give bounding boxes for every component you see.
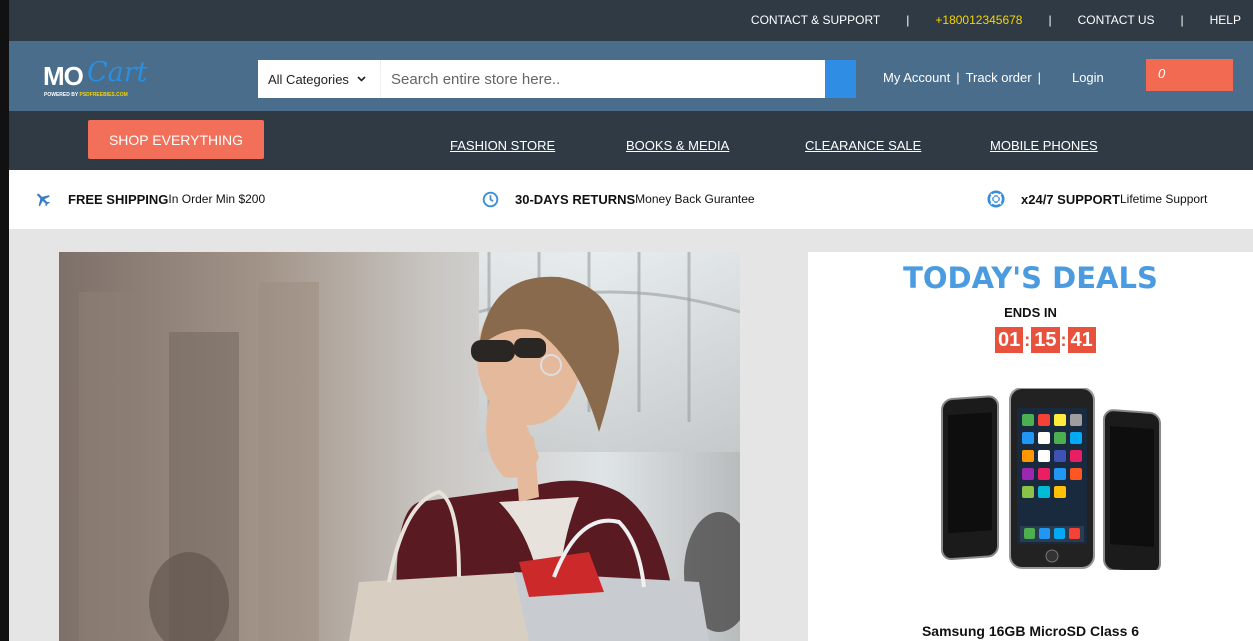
window-edge	[0, 0, 9, 641]
timer-minutes: 15	[1031, 327, 1060, 353]
features-strip: FREE SHIPPING In Order Min $200 30-DAYS …	[9, 170, 1253, 229]
contact-support-link[interactable]: CONTACT & SUPPORT	[751, 13, 880, 27]
feature-free-shipping: FREE SHIPPING In Order Min $200	[34, 190, 265, 208]
hero-banner-image[interactable]	[59, 252, 740, 641]
countdown-timer: 01 : 15 : 41	[995, 327, 1096, 353]
feature-returns: 30-DAYS RETURNS Money Back Gurantee	[481, 190, 755, 208]
logo-cart-text: Cart	[87, 57, 148, 88]
product-image[interactable]	[938, 387, 1164, 574]
todays-deals-panel: TODAY'S DEALS ENDS IN 01 : 15 : 41 Samsu…	[808, 252, 1253, 641]
search-button[interactable]	[825, 60, 856, 98]
timer-seconds: 41	[1067, 327, 1096, 353]
my-account-link[interactable]: My Account	[883, 70, 950, 85]
airplane-icon	[34, 190, 52, 208]
site-header: MO Cart POWERED BY PSDFREEBIES.COM All C…	[9, 41, 1253, 111]
category-select[interactable]: All Categories	[258, 60, 381, 98]
lifebuoy-icon	[987, 190, 1005, 208]
deals-title: TODAY'S DEALS	[903, 261, 1158, 295]
feature-title: x24/7 SUPPORT	[1021, 191, 1120, 207]
top-utility-bar: CONTACT & SUPPORT | +180012345678 | CONT…	[9, 0, 1253, 41]
feature-subtitle: Money Back Gurantee	[635, 192, 755, 206]
cart-count: 0	[1158, 66, 1166, 81]
nav-clearance-sale[interactable]: CLEARANCE SALE	[805, 138, 921, 153]
nav-mobile-phones[interactable]: MOBILE PHONES	[990, 138, 1098, 153]
shop-everything-button[interactable]: SHOP EVERYTHING	[88, 120, 264, 159]
track-order-link[interactable]: Track order	[966, 70, 1032, 85]
account-links: My Account | Track order | Login	[883, 70, 1104, 85]
nav-fashion-store[interactable]: FASHION STORE	[450, 138, 555, 153]
separator: |	[1180, 13, 1184, 27]
separator: |	[1048, 13, 1052, 27]
logo-mo-text: MO	[43, 61, 84, 91]
phone-number[interactable]: +180012345678	[935, 13, 1022, 27]
timer-separator: :	[1060, 329, 1067, 350]
logo-powered-by: POWERED BY PSDFREEBIES.COM	[44, 92, 128, 98]
feature-title: FREE SHIPPING	[68, 191, 169, 207]
separator: |	[906, 13, 910, 27]
login-link[interactable]: Login	[1072, 70, 1104, 85]
deals-ends-in-label: ENDS IN	[1004, 305, 1057, 320]
main-nav: SHOP EVERYTHING FASHION STORE BOOKS & ME…	[9, 111, 1253, 170]
separator: |	[956, 70, 960, 85]
timer-hours: 01	[995, 327, 1024, 353]
cart-button[interactable]: 0	[1146, 59, 1233, 91]
feature-subtitle: Lifetime Support	[1120, 192, 1208, 206]
product-name[interactable]: Samsung 16GB MicroSD Class 6	[808, 623, 1253, 639]
site-logo[interactable]: MO Cart POWERED BY PSDFREEBIES.COM	[43, 57, 173, 101]
timer-separator: :	[1024, 329, 1031, 350]
clock-icon	[481, 190, 499, 208]
page: CONTACT & SUPPORT | +180012345678 | CONT…	[0, 0, 1253, 641]
search-input[interactable]	[381, 60, 825, 98]
category-select-value: All Categories	[268, 71, 349, 87]
help-link[interactable]: HELP	[1210, 13, 1241, 27]
separator: |	[1037, 70, 1041, 85]
feature-subtitle: In Order Min $200	[168, 192, 266, 206]
feature-support: x24/7 SUPPORT Lifetime Support	[987, 190, 1207, 208]
search-bar: All Categories	[258, 60, 856, 98]
chevron-down-icon	[357, 74, 366, 84]
nav-books-media[interactable]: BOOKS & MEDIA	[626, 138, 729, 153]
contact-us-link[interactable]: CONTACT US	[1078, 13, 1155, 27]
feature-title: 30-DAYS RETURNS	[515, 191, 636, 207]
